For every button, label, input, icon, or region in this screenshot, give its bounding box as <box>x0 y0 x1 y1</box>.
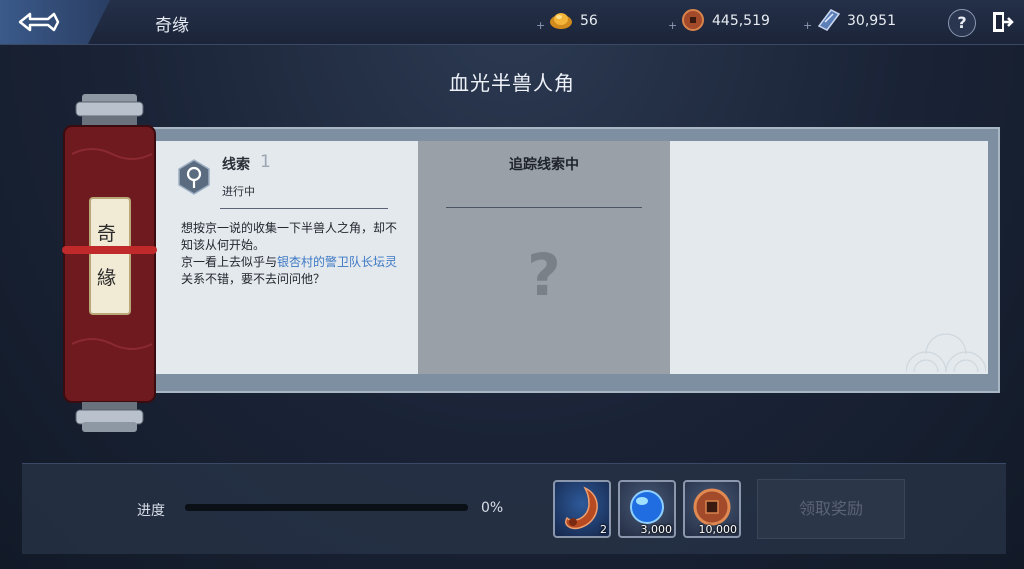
reward-slot-2[interactable]: 3,000 <box>618 480 676 538</box>
clue-search-icon <box>178 159 210 195</box>
progress-bar <box>185 504 468 511</box>
back-button[interactable] <box>0 0 110 44</box>
progress-percent: 0% <box>481 500 504 516</box>
tracking-column: 追踪线索中 ? <box>418 141 670 374</box>
clue-status: 进行中 <box>222 185 255 198</box>
scroll-panel: 线索 1 进行中 想按京一说的收集一下半兽人之角，却不知该从何开始。 京一看上去似… <box>156 141 988 374</box>
plus-icon: + <box>803 19 813 32</box>
clue-description: 想按京一说的收集一下半兽人之角，却不知该从何开始。 京一看上去似乎与银杏村的警卫队… <box>181 221 398 286</box>
reward-slot-3[interactable]: 10,000 <box>683 480 741 538</box>
quest-title: 血光半兽人角 <box>449 71 575 95</box>
back-arrow-icon <box>18 12 60 32</box>
exit-icon[interactable] <box>990 10 1014 34</box>
plus-icon: + <box>536 19 546 32</box>
unknown-clue-placeholder: ? <box>527 241 561 309</box>
claim-reward-button[interactable]: 领取奖励 <box>757 479 905 539</box>
copper-coin-icon <box>682 9 704 31</box>
clue-column: 线索 1 进行中 想按京一说的收集一下半兽人之角，却不知该从何开始。 京一看上去似… <box>156 141 418 374</box>
divider <box>220 208 388 209</box>
tracking-title: 追踪线索中 <box>509 157 579 173</box>
help-button[interactable]: ? <box>948 9 976 37</box>
npc-link[interactable]: 银杏村的警卫队长坛灵 <box>277 255 397 269</box>
clue-number: 1 <box>260 152 271 172</box>
progress-label: 进度 <box>137 503 165 519</box>
silver-ticket-icon <box>817 9 841 31</box>
divider <box>446 207 642 208</box>
page-title: 奇缘 <box>155 16 189 36</box>
reward-slot-1[interactable]: 2 <box>553 480 611 538</box>
top-bar: 奇缘 + 56 + 445,519 + 30,951 ? <box>0 0 1024 45</box>
plus-icon: + <box>668 19 678 32</box>
scroll-tag-char-1: 奇 <box>97 223 117 245</box>
empty-column <box>670 141 988 374</box>
wave-pattern-decoration <box>906 333 986 372</box>
scroll-tag-char-2: 緣 <box>97 267 117 289</box>
clue-label: 线索 <box>222 157 250 173</box>
gold-ingot-icon <box>550 13 572 29</box>
